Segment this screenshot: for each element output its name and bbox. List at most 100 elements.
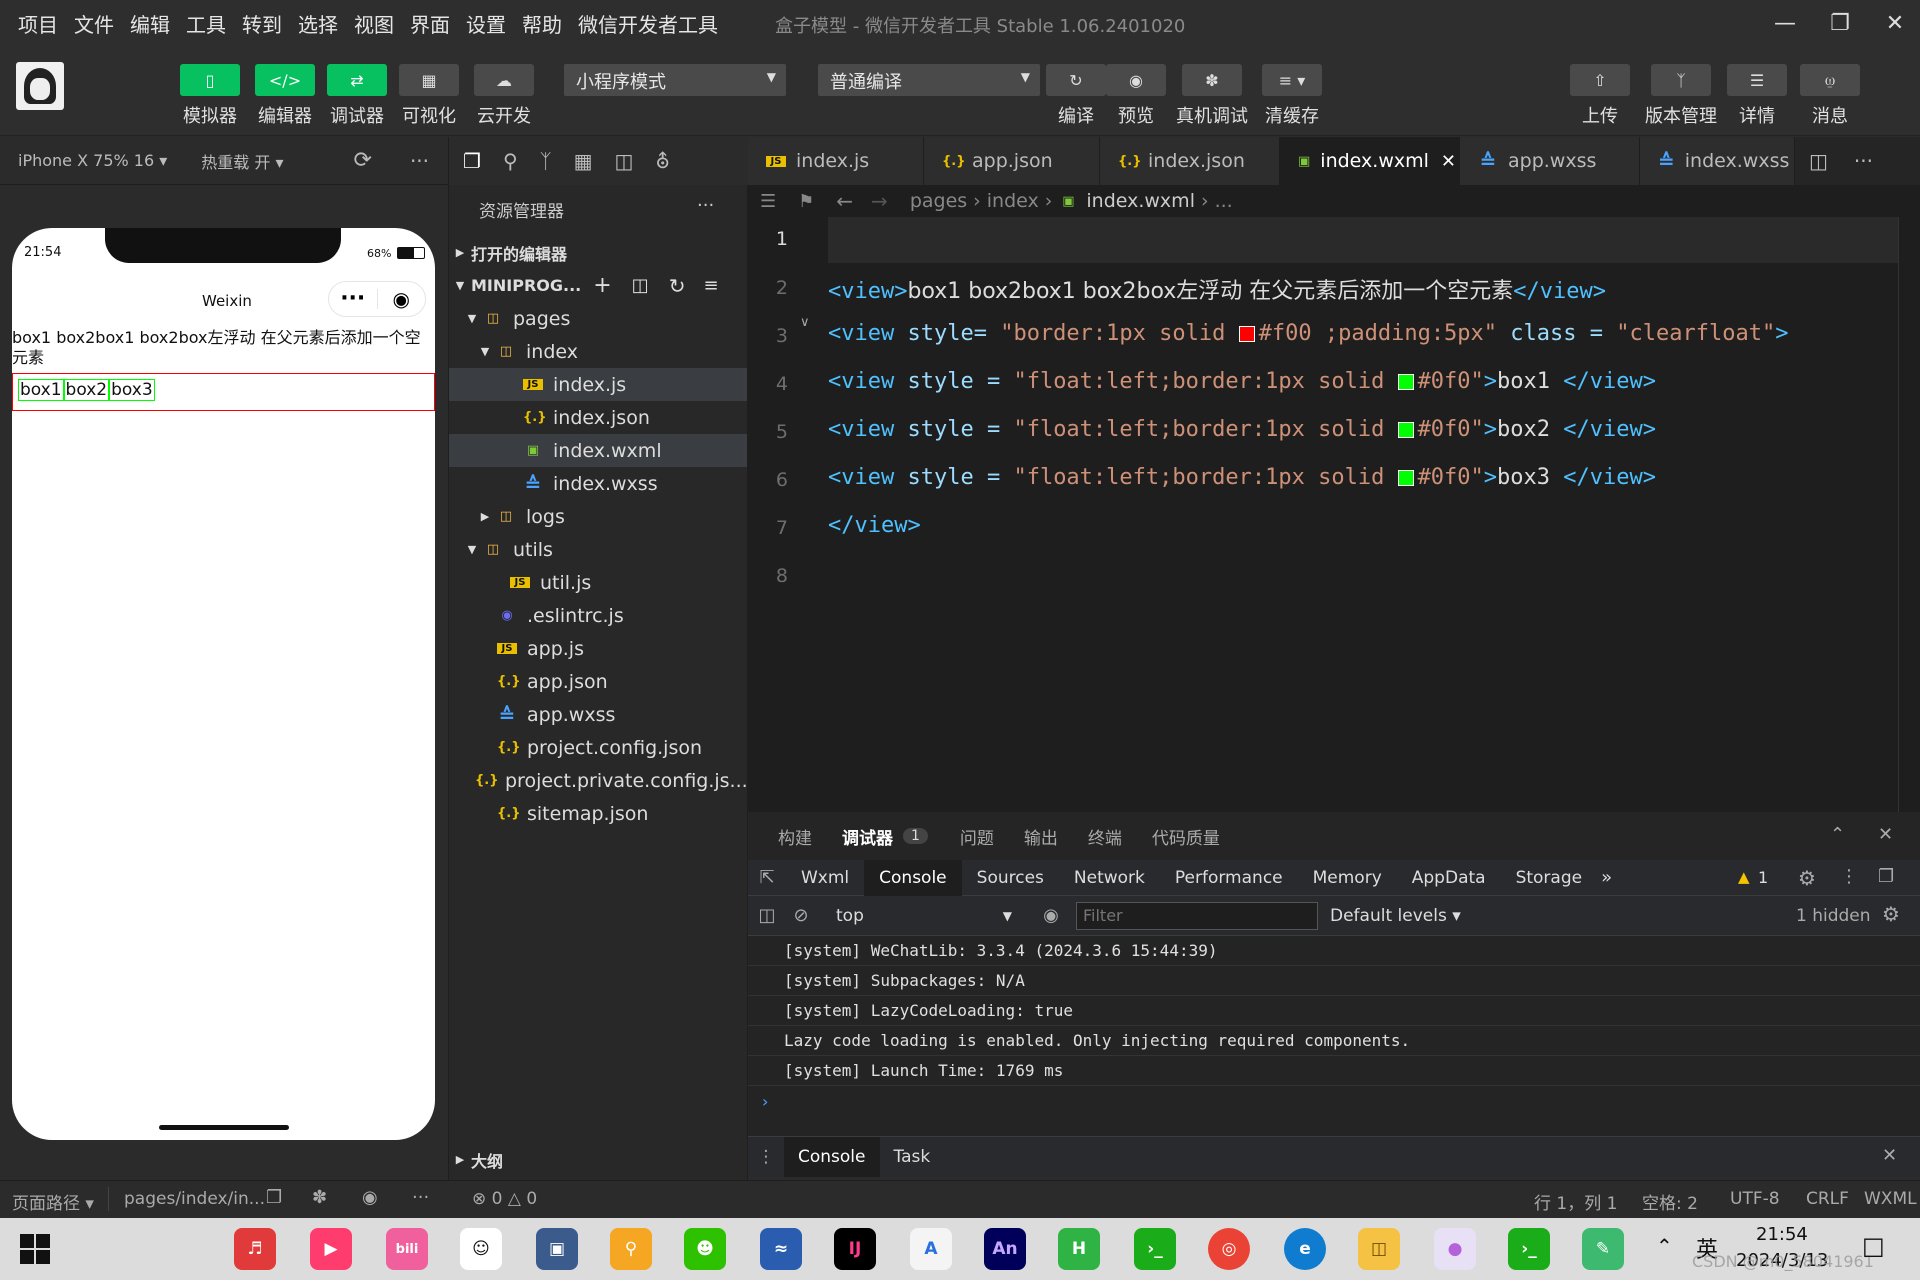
panel-code-quality[interactable]: 代码质量 xyxy=(1152,824,1220,849)
visual-button[interactable]: ▦ 可视化 xyxy=(399,64,459,128)
source-control-icon[interactable]: ᛉ xyxy=(540,149,552,173)
close-window-button[interactable]: ✕ xyxy=(1865,0,1920,46)
tab-app-wxss[interactable]: ≙ app.wxss xyxy=(1460,137,1640,185)
tab-index-wxss[interactable]: ≙ index.wxss xyxy=(1640,137,1795,185)
color-swatch[interactable] xyxy=(1238,326,1255,342)
list-icon[interactable]: ☰ xyxy=(760,191,776,212)
panel-debugger[interactable]: 调试器 xyxy=(842,824,893,849)
chrome-icon[interactable]: ◎ xyxy=(1208,1228,1250,1270)
video-player-icon[interactable]: ▶ xyxy=(310,1228,352,1270)
color-swatch[interactable] xyxy=(1397,422,1414,438)
console-settings-icon[interactable]: ⚙ xyxy=(1882,902,1900,926)
tree-file[interactable]: ◉ .eslintrc.js xyxy=(449,599,747,632)
console-output[interactable]: [system] WeChatLib: 3.3.4 (2024.3.6 15:4… xyxy=(748,936,1920,1136)
panel-output[interactable]: 输出 xyxy=(1024,824,1058,849)
version-button[interactable]: ᛉ 版本管理 xyxy=(1641,64,1721,128)
menu-tools[interactable]: 工具 xyxy=(178,9,234,38)
copy-icon[interactable]: ❐ xyxy=(266,1187,282,1208)
tab-index-wxml[interactable]: ▣ index.wxml ✕ xyxy=(1280,137,1460,185)
wechat-devtools-icon[interactable]: ›_ xyxy=(1134,1228,1176,1270)
rotate-icon[interactable]: ⟳ xyxy=(354,148,372,173)
chevron-up-icon[interactable]: ⌃ xyxy=(1656,1234,1673,1258)
bilibili-icon[interactable]: bili xyxy=(386,1228,428,1270)
gear-icon[interactable]: ⚙ xyxy=(1798,866,1816,890)
extensions-icon[interactable]: ▦ xyxy=(574,149,593,173)
wechat-icon[interactable]: ☻ xyxy=(684,1228,726,1270)
more-tabs-icon[interactable]: » xyxy=(1601,867,1612,888)
tree-file[interactable]: ≙ index.wxss xyxy=(449,467,747,500)
drawer-tab-task[interactable]: Task xyxy=(880,1147,945,1167)
compile-mode-select[interactable]: 普通编译 ▼ xyxy=(818,64,1040,96)
tree-folder[interactable]: ▼ ◫ utils xyxy=(449,533,747,566)
split-editor-icon[interactable]: ◫ xyxy=(1809,149,1828,173)
device-select[interactable]: iPhone X 75% 16 ▾ xyxy=(18,151,167,170)
close-target-icon[interactable]: ◉ xyxy=(377,287,425,311)
console-prompt[interactable]: › xyxy=(748,1086,1920,1116)
tree-file[interactable]: {.} project.config.json xyxy=(449,731,747,764)
display-app-icon[interactable]: ▣ xyxy=(536,1228,578,1270)
file-encoding[interactable]: UTF-8 xyxy=(1730,1189,1780,1209)
levels-select[interactable]: Default levels ▾ xyxy=(1330,906,1461,926)
capsule-menu[interactable]: ··· ◉ xyxy=(328,281,426,317)
sidebar-toggle-icon[interactable]: ◫ xyxy=(748,905,786,926)
maximize-button[interactable]: ❐ xyxy=(1810,0,1870,46)
fold-chevron-icon[interactable]: ∨ xyxy=(800,315,810,330)
explorer-more-icon[interactable]: ··· xyxy=(697,195,714,216)
eye-icon[interactable]: ◉ xyxy=(362,1187,378,1208)
devtab-storage[interactable]: Storage xyxy=(1501,860,1598,896)
devtab-performance[interactable]: Performance xyxy=(1160,860,1298,896)
clock-time[interactable]: 21:54 xyxy=(1756,1224,1808,1245)
docker-icon[interactable]: ⛢ xyxy=(655,149,670,173)
back-arrow-icon[interactable]: ← xyxy=(836,189,853,213)
devtab-sources[interactable]: Sources xyxy=(962,860,1059,896)
tab-app-json[interactable]: {.} app.json xyxy=(924,137,1100,185)
menu-view[interactable]: 视图 xyxy=(346,9,402,38)
clear-cache-button[interactable]: ≡ ▾ 清缓存 xyxy=(1262,64,1322,128)
devtab-console[interactable]: Console xyxy=(864,859,962,896)
tree-folder[interactable]: ▼ ◫ pages xyxy=(449,302,747,335)
messages-button[interactable]: ⍹ 消息 xyxy=(1800,64,1860,128)
devtab-network[interactable]: Network xyxy=(1059,860,1160,896)
menu-help[interactable]: 帮助 xyxy=(514,9,570,38)
new-folder-icon[interactable]: ◫ xyxy=(632,275,649,296)
devtab-wxml[interactable]: Wxml xyxy=(786,860,864,896)
kebab-icon[interactable]: ⋮ xyxy=(1840,866,1858,887)
language-mode[interactable]: WXML xyxy=(1864,1189,1917,1209)
color-swatch[interactable] xyxy=(1397,470,1414,486)
menu-file[interactable]: 文件 xyxy=(66,9,122,38)
drawer-menu-icon[interactable]: ⋮ xyxy=(748,1147,784,1167)
more-dots-icon[interactable]: ··· xyxy=(329,288,377,310)
mode-select[interactable]: 小程序模式 ▼ xyxy=(564,64,786,96)
devtab-memory[interactable]: Memory xyxy=(1298,860,1397,896)
cloud-button[interactable]: ☁ 云开发 xyxy=(474,64,534,128)
more-icon[interactable]: ··· xyxy=(412,1187,429,1208)
notification-icon[interactable]: □ xyxy=(1862,1232,1885,1260)
menu-wechat-devtools[interactable]: 微信开发者工具 xyxy=(570,9,726,38)
menu-select[interactable]: 选择 xyxy=(290,9,346,38)
cursor-position[interactable]: 行 1，列 1 xyxy=(1534,1189,1617,1214)
notes-app-icon[interactable]: ✎ xyxy=(1582,1228,1624,1270)
tab-index-json[interactable]: {.} index.json xyxy=(1100,137,1280,185)
tree-file[interactable]: ≙ app.wxss xyxy=(449,698,747,731)
menu-settings[interactable]: 设置 xyxy=(458,9,514,38)
editor-button[interactable]: </> 编辑器 xyxy=(255,64,315,128)
bug-icon[interactable]: ✽ xyxy=(312,1187,327,1208)
new-file-icon[interactable]: + xyxy=(593,273,611,298)
tree-file[interactable]: {.} index.json xyxy=(449,401,747,434)
devtab-appdata[interactable]: AppData xyxy=(1397,860,1501,896)
netease-music-icon[interactable]: ♬ xyxy=(234,1228,276,1270)
save-icon[interactable]: ◫ xyxy=(615,149,634,173)
animate-icon[interactable]: An xyxy=(984,1228,1026,1270)
search-app-icon[interactable]: ⚲ xyxy=(610,1228,652,1270)
refresh-icon[interactable]: ↻ xyxy=(669,274,686,298)
tree-file[interactable]: {.} sitemap.json xyxy=(449,797,747,830)
close-drawer-icon[interactable]: ✕ xyxy=(1882,1145,1897,1166)
forward-arrow-icon[interactable]: → xyxy=(871,189,888,213)
tree-file[interactable]: {.} app.json xyxy=(449,665,747,698)
tab-index-js[interactable]: JS index.js xyxy=(748,137,924,185)
file-explorer-icon[interactable]: ◫ xyxy=(1358,1228,1400,1270)
problems-indicator[interactable]: ⊗ 0 △ 0 xyxy=(472,1189,537,1209)
color-swatch[interactable] xyxy=(1397,374,1414,390)
simulator-button[interactable]: ▯ 模拟器 xyxy=(180,64,240,128)
color-app-icon[interactable]: ● xyxy=(1434,1228,1476,1270)
